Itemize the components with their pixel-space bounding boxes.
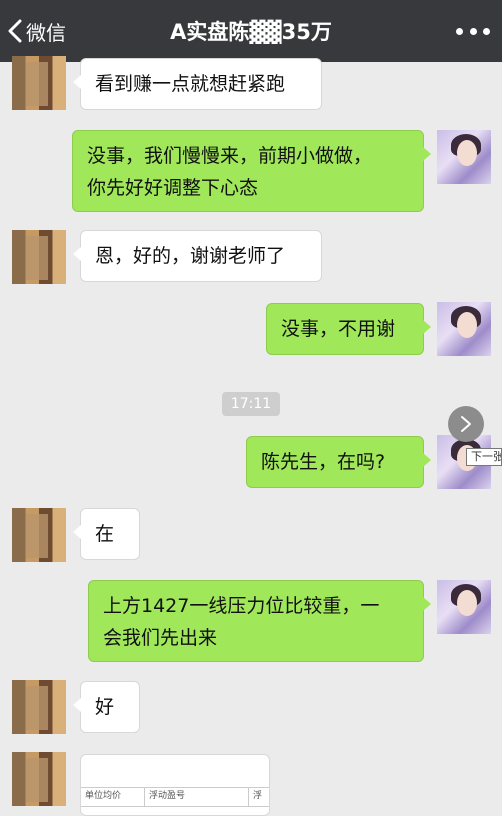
contact-avatar[interactable] <box>12 508 66 562</box>
message-bubble-outgoing[interactable]: 上方1427一线压力位比较重，一 会我们先出来 <box>88 580 431 662</box>
message-text: 在 <box>95 523 115 545</box>
message-text: 好 <box>95 696 115 718</box>
chevron-right-icon <box>461 416 471 432</box>
next-image-tooltip: 下一张 <box>466 448 502 466</box>
message-text: 你先好好调整下心态 <box>87 177 259 199</box>
image-message-preview[interactable]: 单位均价 浮动盈号 浮 <box>80 754 270 816</box>
table-header-cell: 浮 <box>253 791 263 801</box>
next-image-button[interactable] <box>448 406 484 442</box>
message-bubble-incoming[interactable]: 恩，好的，谢谢老师了 <box>73 230 322 282</box>
more-dot-icon <box>469 27 477 35</box>
message-bubble-outgoing[interactable]: 陈先生，在吗? <box>246 436 431 488</box>
contact-avatar[interactable] <box>12 752 66 806</box>
message-text: 陈先生，在吗? <box>261 451 386 473</box>
message-text: 恩，好的，谢谢老师了 <box>95 245 286 267</box>
message-text: 没事，不用谢 <box>281 318 396 340</box>
contact-avatar[interactable] <box>12 680 66 734</box>
message-bubble-outgoing[interactable]: 没事，不用谢 <box>266 303 431 355</box>
contact-avatar[interactable] <box>12 56 66 110</box>
timestamp: 17:11 <box>222 392 280 416</box>
contact-avatar[interactable] <box>12 230 66 284</box>
more-dot-icon <box>483 27 490 35</box>
message-text: 看到赚一点就想赶紧跑 <box>95 73 286 95</box>
table-header-cell: 浮动盈号 <box>145 788 249 806</box>
my-avatar[interactable] <box>437 302 491 356</box>
message-bubble-incoming[interactable]: 好 <box>73 681 140 733</box>
more-dot-icon <box>456 27 463 35</box>
table-header-cell: 单位均价 <box>81 788 145 806</box>
more-options-button[interactable] <box>456 20 490 42</box>
message-text: 会我们先出来 <box>103 627 218 649</box>
my-avatar[interactable] <box>437 580 491 634</box>
my-avatar[interactable] <box>437 130 491 184</box>
top-bar: 微信 A实盘陈▓▓35万 <box>0 0 502 62</box>
message-text: 没事，我们慢慢来，前期小做做， <box>87 145 373 167</box>
message-bubble-incoming[interactable]: 看到赚一点就想赶紧跑 <box>73 58 322 110</box>
table-header-row: 单位均价 浮动盈号 浮 <box>81 787 269 807</box>
message-bubble-outgoing[interactable]: 没事，我们慢慢来，前期小做做， 你先好好调整下心态 <box>72 130 431 212</box>
chat-title: A实盘陈▓▓35万 <box>170 20 332 44</box>
message-bubble-incoming[interactable]: 在 <box>73 508 140 560</box>
message-text: 上方1427一线压力位比较重，一 <box>103 595 380 617</box>
